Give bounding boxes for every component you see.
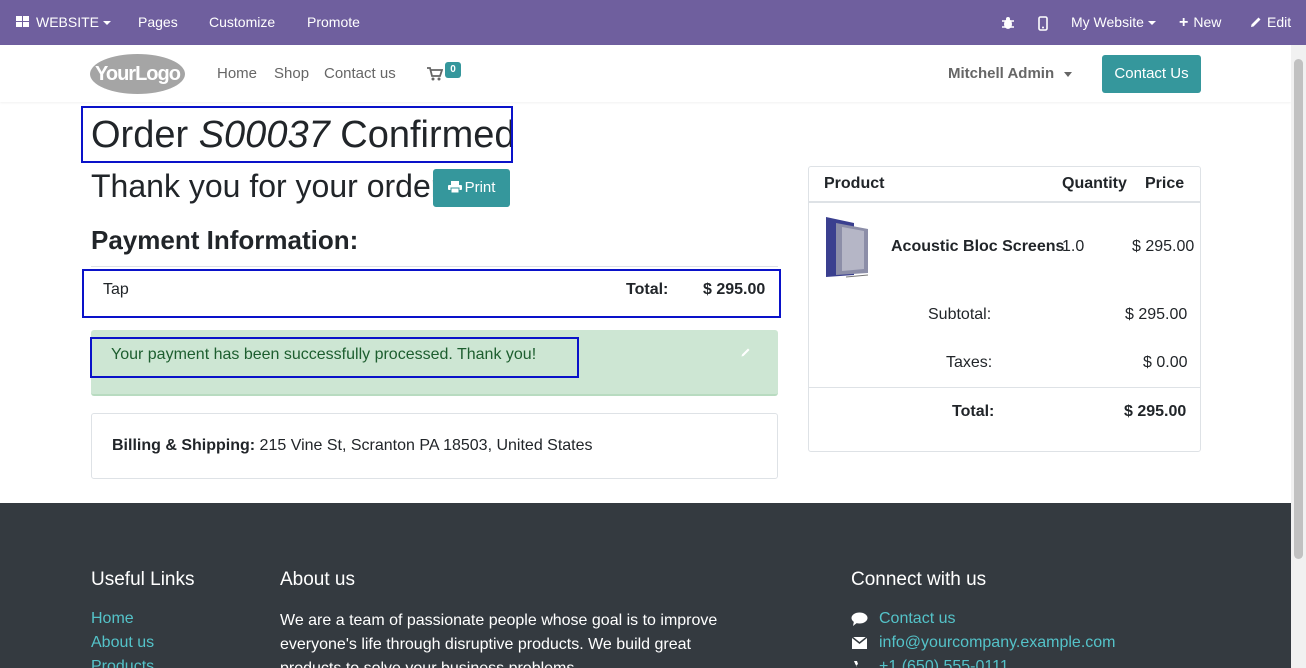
product-quantity: 1.0 bbox=[1062, 238, 1085, 255]
phone-icon bbox=[854, 661, 863, 668]
envelope-icon bbox=[851, 636, 868, 649]
admin-bar: WEBSITE Pages Customize Promote My Websi… bbox=[0, 0, 1306, 45]
user-name: Mitchell Admin bbox=[948, 65, 1055, 82]
footer-phone-link[interactable]: +1 (650) 555-0111 bbox=[879, 658, 1009, 668]
company-logo[interactable]: YourLogo bbox=[90, 54, 185, 94]
taxes-value: $ 0.00 bbox=[1143, 354, 1188, 371]
site-selector[interactable]: My Website bbox=[1071, 0, 1156, 45]
summary-total-value: $ 295.00 bbox=[1124, 403, 1187, 420]
about-us-text: We are a team of passionate people whose… bbox=[280, 612, 718, 668]
product-price: $ 295.00 bbox=[1132, 238, 1195, 255]
customize-menu[interactable]: Customize bbox=[209, 0, 275, 45]
footer-link-home[interactable]: Home bbox=[91, 610, 134, 628]
nav-home[interactable]: Home bbox=[217, 45, 257, 103]
taxes-label: Taxes: bbox=[946, 354, 993, 371]
col-product-header: Product bbox=[824, 175, 885, 192]
scrollbar-thumb[interactable] bbox=[1294, 59, 1303, 559]
cart-count-badge: 0 bbox=[445, 62, 461, 78]
print-button-label: Print bbox=[464, 179, 496, 196]
divider bbox=[809, 201, 1200, 203]
chevron-down-icon bbox=[1064, 71, 1073, 77]
mobile-preview-icon[interactable] bbox=[1038, 0, 1048, 45]
subtotal-label: Subtotal: bbox=[928, 306, 992, 323]
payment-information-heading: Payment Information: bbox=[91, 225, 359, 255]
summary-total-label: Total: bbox=[952, 403, 995, 420]
comment-icon bbox=[851, 612, 868, 626]
about-us-heading: About us bbox=[280, 569, 355, 590]
pages-menu[interactable]: Pages bbox=[138, 0, 178, 45]
chevron-down-icon bbox=[103, 21, 112, 26]
website-menu[interactable]: WEBSITE bbox=[16, 0, 112, 45]
product-image[interactable] bbox=[824, 215, 881, 279]
thank-you-heading: Thank you for your order. bbox=[91, 168, 449, 204]
billing-shipping-card: Billing & Shipping: 215 Vine St, Scranto… bbox=[91, 413, 778, 479]
col-price-header: Price bbox=[1145, 175, 1185, 192]
connect-heading: Connect with us bbox=[851, 569, 987, 590]
page-scrollbar[interactable] bbox=[1291, 45, 1306, 668]
site-selector-label: My Website bbox=[1071, 14, 1144, 30]
footer-contact-link[interactable]: Contact us bbox=[879, 610, 955, 628]
new-button-label: New bbox=[1193, 14, 1222, 30]
order-summary: Product Quantity Price Acoustic Bloc Scr… bbox=[808, 166, 1201, 452]
shopping-cart-icon[interactable] bbox=[427, 67, 443, 81]
printer-icon bbox=[447, 181, 462, 194]
contact-us-button[interactable]: Contact Us bbox=[1102, 55, 1201, 93]
highlight-box-payment bbox=[82, 269, 781, 318]
new-button[interactable]: + New bbox=[1179, 0, 1221, 45]
pencil-icon[interactable] bbox=[741, 347, 751, 357]
debug-bug-icon[interactable] bbox=[1001, 0, 1015, 45]
print-button[interactable]: Print bbox=[433, 169, 510, 207]
site-footer: Useful Links Home About us Products Abou… bbox=[0, 503, 1291, 668]
billing-address: 215 Vine St, Scranton PA 18503, United S… bbox=[259, 437, 593, 454]
nav-shop[interactable]: Shop bbox=[274, 45, 309, 103]
highlight-box-success bbox=[90, 337, 579, 378]
billing-shipping-text: Billing & Shipping: 215 Vine St, Scranto… bbox=[112, 437, 593, 455]
user-menu[interactable]: Mitchell Admin bbox=[948, 45, 1073, 103]
chevron-down-icon bbox=[1147, 21, 1156, 26]
edit-button-label: Edit bbox=[1267, 14, 1292, 30]
footer-email-link[interactable]: info@yourcompany.example.com bbox=[879, 634, 1116, 652]
edit-button[interactable]: Edit bbox=[1250, 0, 1291, 45]
plus-icon: + bbox=[1179, 14, 1189, 31]
apps-grid-icon bbox=[16, 16, 30, 28]
highlight-box-title bbox=[81, 106, 513, 163]
site-header: YourLogo Home Shop Contact us 0 Mitchell… bbox=[0, 45, 1291, 102]
website-menu-label: WEBSITE bbox=[36, 14, 100, 30]
nav-contact-us[interactable]: Contact us bbox=[324, 45, 396, 103]
billing-label: Billing & Shipping: bbox=[112, 437, 256, 454]
divider bbox=[809, 387, 1200, 388]
promote-menu[interactable]: Promote bbox=[307, 0, 360, 45]
product-name[interactable]: Acoustic Bloc Screens bbox=[891, 238, 1064, 256]
useful-links-heading: Useful Links bbox=[91, 569, 195, 590]
footer-link-products[interactable]: Products bbox=[91, 658, 154, 668]
pencil-icon bbox=[1251, 17, 1261, 27]
col-quantity-header: Quantity bbox=[1062, 175, 1127, 192]
subtotal-value: $ 295.00 bbox=[1125, 306, 1188, 323]
footer-link-about-us[interactable]: About us bbox=[91, 634, 154, 652]
